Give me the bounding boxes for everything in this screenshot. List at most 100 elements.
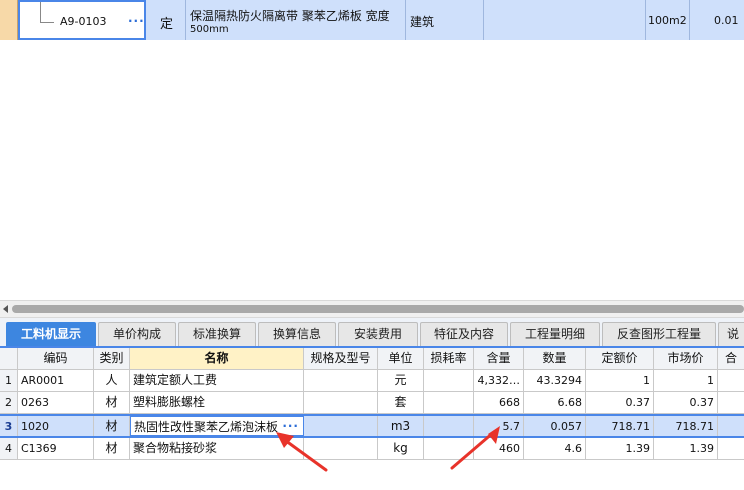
cell-total[interactable] bbox=[718, 392, 744, 413]
cell-type[interactable]: 材 bbox=[94, 438, 130, 459]
row-number[interactable]: 1 bbox=[0, 370, 18, 391]
header-corner[interactable] bbox=[0, 348, 18, 369]
table-row-selected[interactable]: 3 1020 材 热固性改性聚苯乙烯泡沫板 ··· m3 5.7 0.057 7… bbox=[0, 414, 744, 438]
cell-unit[interactable]: m3 bbox=[378, 416, 424, 436]
cell-quantity[interactable]: 43.3294 bbox=[524, 370, 586, 391]
cell-unit[interactable]: 套 bbox=[378, 392, 424, 413]
row-number[interactable]: 2 bbox=[0, 392, 18, 413]
header-type[interactable]: 类别 bbox=[94, 348, 130, 369]
quota-unit: 100m2 bbox=[648, 14, 687, 27]
row-indicator[interactable] bbox=[0, 0, 18, 40]
grid-header-row: 编码 类别 名称 规格及型号 单位 损耗率 含量 数量 定额价 市场价 合 bbox=[0, 348, 744, 370]
cell-content[interactable]: 5.7 bbox=[474, 416, 524, 436]
cell-unit[interactable]: kg bbox=[378, 438, 424, 459]
cell-content[interactable]: 460 bbox=[474, 438, 524, 459]
table-row[interactable]: 2 0263 材 塑料膨胀螺栓 套 668 6.68 0.37 0.37 bbox=[0, 392, 744, 414]
cell-quota-price[interactable]: 1.39 bbox=[586, 438, 654, 459]
row-number[interactable]: 4 bbox=[0, 438, 18, 459]
cell-quantity[interactable]: 6.68 bbox=[524, 392, 586, 413]
cell-quota-price[interactable]: 718.71 bbox=[586, 416, 654, 436]
cell-code[interactable]: 1020 bbox=[18, 416, 94, 436]
cell-unit[interactable]: 元 bbox=[378, 370, 424, 391]
tab-features-content[interactable]: 特征及内容 bbox=[420, 322, 508, 346]
cell-type[interactable]: 材 bbox=[94, 416, 130, 436]
cell-name[interactable]: 建筑定额人工费 bbox=[130, 370, 304, 391]
cell-quantity[interactable]: 4.6 bbox=[524, 438, 586, 459]
tab-standard-conversion[interactable]: 标准换算 bbox=[178, 322, 256, 346]
quota-row-selected[interactable]: A9-0103 ··· 定 保温隔热防火隔离带 聚苯乙烯板 宽度 500mm 建… bbox=[0, 0, 744, 40]
header-name[interactable]: 名称 bbox=[130, 348, 304, 369]
name-ellipsis-button[interactable]: ··· bbox=[282, 417, 299, 435]
header-total[interactable]: 合 bbox=[718, 348, 744, 369]
horizontal-scrollbar[interactable] bbox=[0, 300, 744, 318]
tab-unit-price-composition[interactable]: 单价构成 bbox=[98, 322, 176, 346]
quota-unit-cell[interactable]: 100m2 bbox=[646, 0, 690, 40]
quota-name: 保温隔热防火隔离带 聚苯乙烯板 宽度 bbox=[190, 9, 390, 23]
cell-market-price[interactable]: 0.37 bbox=[654, 392, 718, 413]
tree-connector-horizontal bbox=[40, 22, 54, 23]
tab-quantity-detail[interactable]: 工程量明细 bbox=[510, 322, 600, 346]
scrollbar-thumb[interactable] bbox=[12, 305, 744, 313]
cell-market-price[interactable]: 1.39 bbox=[654, 438, 718, 459]
detail-tab-bar: 工料机显示 单价构成 标准换算 换算信息 安装费用 特征及内容 工程量明细 反查… bbox=[0, 318, 744, 348]
row-number[interactable]: 3 bbox=[0, 416, 18, 436]
resource-grid: 编码 类别 名称 规格及型号 单位 损耗率 含量 数量 定额价 市场价 合 1 … bbox=[0, 348, 744, 490]
cell-market-price[interactable]: 718.71 bbox=[654, 416, 718, 436]
header-spec[interactable]: 规格及型号 bbox=[304, 348, 378, 369]
header-code[interactable]: 编码 bbox=[18, 348, 94, 369]
cell-loss-rate[interactable] bbox=[424, 370, 474, 391]
cell-total[interactable] bbox=[718, 370, 744, 391]
cell-spec[interactable] bbox=[304, 438, 378, 459]
cell-loss-rate[interactable] bbox=[424, 438, 474, 459]
quota-quantity: 0.01 bbox=[714, 14, 739, 27]
cell-spec[interactable] bbox=[304, 416, 378, 436]
tab-labor-material-machine[interactable]: 工料机显示 bbox=[6, 322, 96, 346]
cell-quota-price[interactable]: 0.37 bbox=[586, 392, 654, 413]
cell-quota-price[interactable]: 1 bbox=[586, 370, 654, 391]
header-market-price[interactable]: 市场价 bbox=[654, 348, 718, 369]
header-quantity[interactable]: 数量 bbox=[524, 348, 586, 369]
cell-quantity[interactable]: 0.057 bbox=[524, 416, 586, 436]
quota-code-cell[interactable]: A9-0103 ··· bbox=[18, 0, 146, 40]
header-unit[interactable]: 单位 bbox=[378, 348, 424, 369]
cell-content[interactable]: 4,332… bbox=[474, 370, 524, 391]
quota-code: A9-0103 bbox=[60, 15, 107, 28]
cell-name-text: 热固性改性聚苯乙烯泡沫板 bbox=[134, 420, 279, 434]
cell-loss-rate[interactable] bbox=[424, 416, 474, 436]
cell-code[interactable]: AR0001 bbox=[18, 370, 94, 391]
quota-quantity-cell[interactable]: 0.01 bbox=[690, 0, 744, 40]
quota-profession: 建筑 bbox=[410, 15, 435, 29]
header-quota-price[interactable]: 定额价 bbox=[586, 348, 654, 369]
quota-type: 定 bbox=[160, 17, 174, 32]
quota-profession-cell[interactable]: 建筑 bbox=[406, 0, 484, 40]
quota-type-cell[interactable]: 定 bbox=[146, 0, 186, 40]
cell-type[interactable]: 材 bbox=[94, 392, 130, 413]
table-row[interactable]: 4 C1369 材 聚合物粘接砂浆 kg 460 4.6 1.39 1.39 bbox=[0, 438, 744, 460]
cell-name[interactable]: 塑料膨胀螺栓 bbox=[130, 392, 304, 413]
cell-spec[interactable] bbox=[304, 392, 378, 413]
cell-name-editing[interactable]: 热固性改性聚苯乙烯泡沫板 ··· bbox=[130, 416, 304, 436]
header-loss-rate[interactable]: 损耗率 bbox=[424, 348, 474, 369]
scroll-left-arrow-icon[interactable] bbox=[3, 305, 8, 313]
cell-type[interactable]: 人 bbox=[94, 370, 130, 391]
header-content[interactable]: 含量 bbox=[474, 348, 524, 369]
quota-empty-cell[interactable] bbox=[484, 0, 646, 40]
table-row[interactable]: 1 AR0001 人 建筑定额人工费 元 4,332… 43.3294 1 1 bbox=[0, 370, 744, 392]
cell-market-price[interactable]: 1 bbox=[654, 370, 718, 391]
tab-conversion-info[interactable]: 换算信息 bbox=[258, 322, 336, 346]
tab-installation-fee[interactable]: 安装费用 bbox=[338, 322, 418, 346]
tree-connector-vertical bbox=[40, 2, 41, 22]
cell-content[interactable]: 668 bbox=[474, 392, 524, 413]
cell-spec[interactable] bbox=[304, 370, 378, 391]
tab-more[interactable]: 说 bbox=[718, 322, 744, 346]
quota-list-area: A9-0103 ··· 定 保温隔热防火隔离带 聚苯乙烯板 宽度 500mm 建… bbox=[0, 0, 744, 300]
cell-code[interactable]: 0263 bbox=[18, 392, 94, 413]
cell-loss-rate[interactable] bbox=[424, 392, 474, 413]
cell-code[interactable]: C1369 bbox=[18, 438, 94, 459]
cell-total[interactable] bbox=[718, 438, 744, 459]
cell-name[interactable]: 聚合物粘接砂浆 bbox=[130, 438, 304, 459]
quota-name-cell[interactable]: 保温隔热防火隔离带 聚苯乙烯板 宽度 500mm bbox=[186, 0, 406, 40]
quota-code-ellipsis-button[interactable]: ··· bbox=[128, 14, 145, 28]
cell-total[interactable] bbox=[718, 416, 744, 436]
tab-reverse-graphic-quantity[interactable]: 反查图形工程量 bbox=[602, 322, 716, 346]
